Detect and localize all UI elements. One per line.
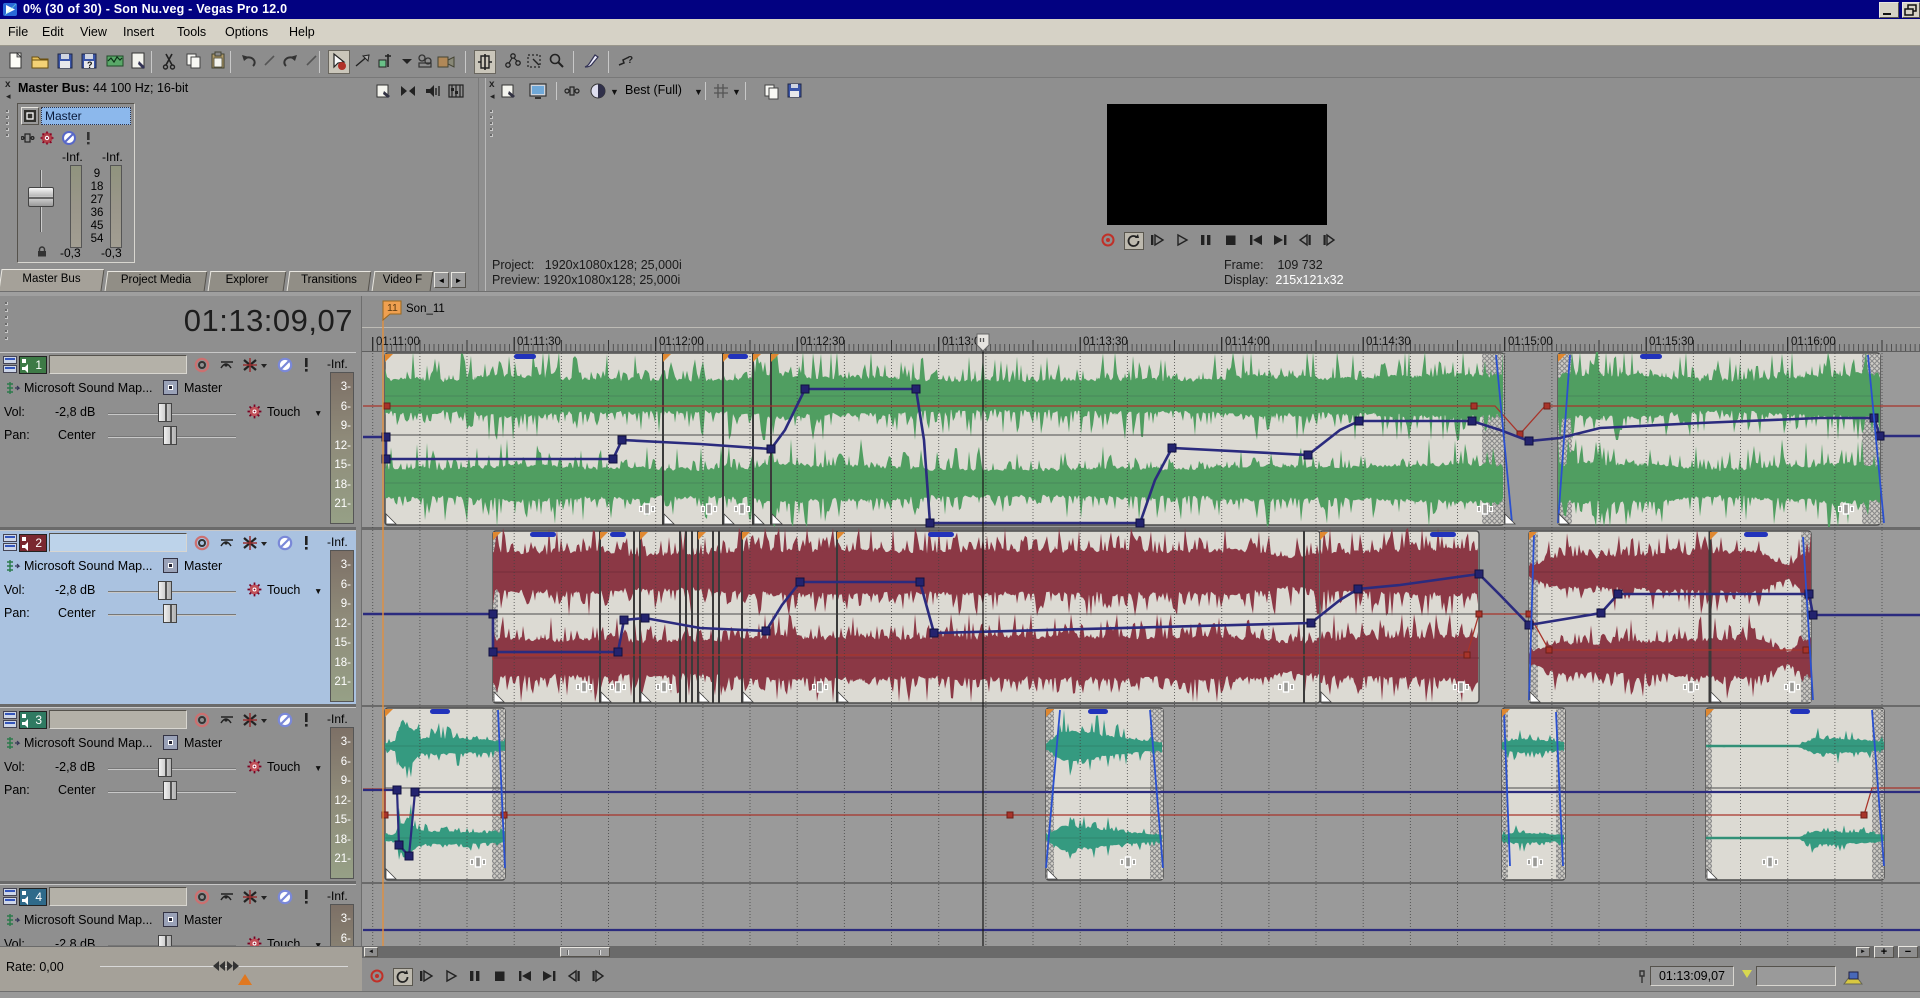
svg-text:01:14:30: 01:14:30 <box>1366 336 1411 348</box>
svg-text:?: ? <box>627 55 633 66</box>
svg-text:01:15:00: 01:15:00 <box>1508 336 1553 348</box>
svg-text:01:14:00: 01:14:00 <box>1225 336 1270 348</box>
svg-text:01:15:30: 01:15:30 <box>1649 336 1694 348</box>
svg-text:01:13:0: 01:13:0 <box>942 336 980 348</box>
svg-text:11: 11 <box>387 302 398 314</box>
svg-text:01:11:30: 01:11:30 <box>517 336 561 348</box>
svg-text:01:13:30: 01:13:30 <box>1083 336 1128 348</box>
svg-text:?: ? <box>87 60 93 70</box>
svg-text:01:12:30: 01:12:30 <box>800 336 845 348</box>
svg-text:Son_11: Son_11 <box>406 303 445 315</box>
svg-text:01:12:00: 01:12:00 <box>659 336 704 348</box>
svg-text:01:16:00: 01:16:00 <box>1791 336 1836 348</box>
